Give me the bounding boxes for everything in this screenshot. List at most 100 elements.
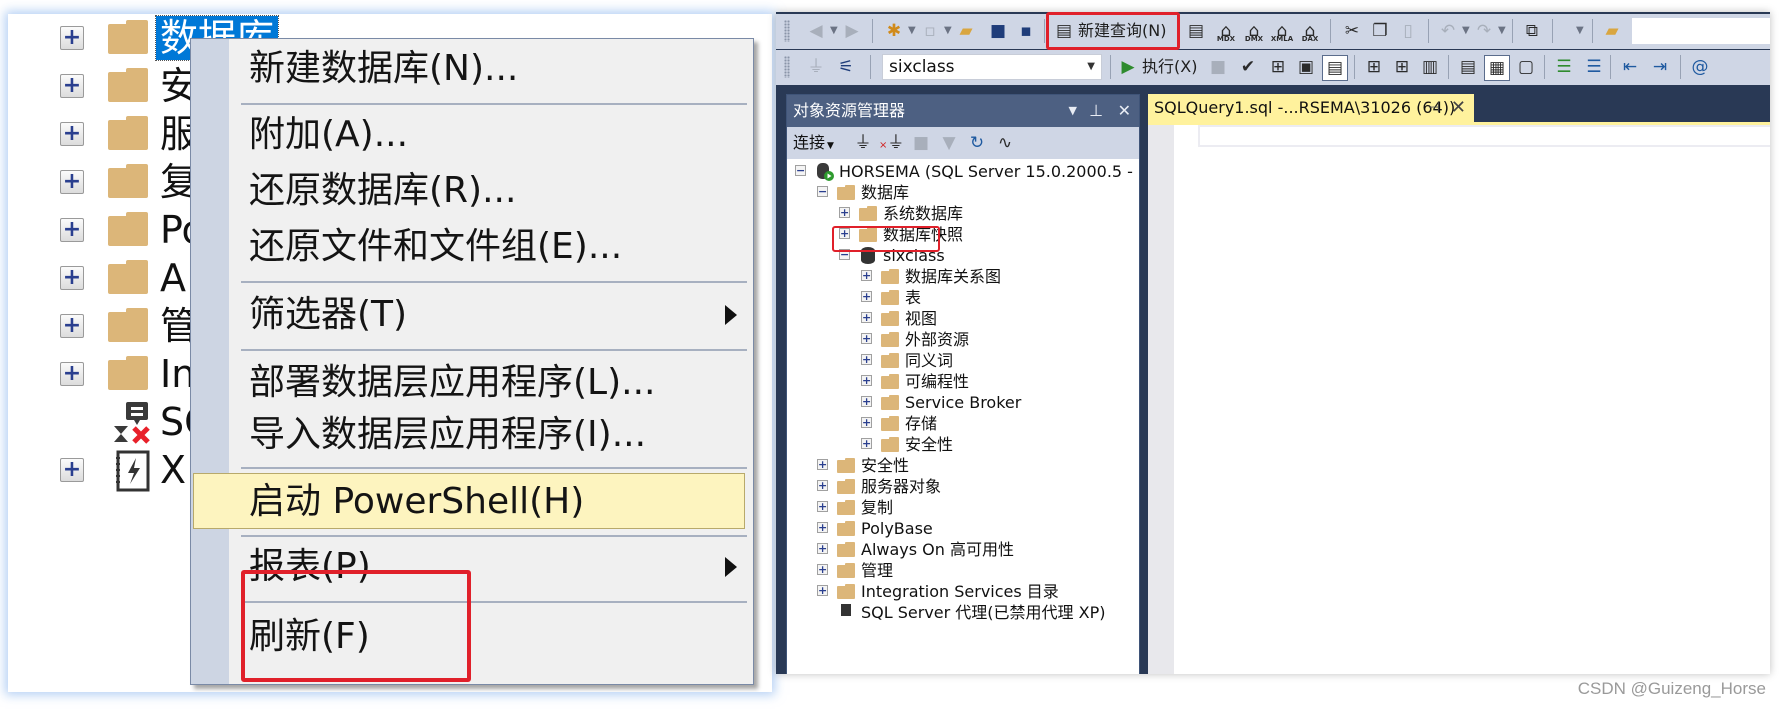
expand-icon[interactable]: + (861, 438, 872, 449)
tree-item[interactable]: + 系统数据库 (839, 203, 1139, 224)
tree-item[interactable]: + Service Broker (861, 392, 1139, 413)
decrease-indent-icon[interactable]: ⇤ (1618, 55, 1642, 79)
tree-item[interactable]: + Always On 高可用性 (817, 539, 1139, 560)
menu-item-deploy-dac[interactable]: 部署数据层应用程序(L)... (191, 355, 751, 411)
tree-item[interactable]: + 存储 (861, 413, 1139, 434)
disconnect-icon[interactable]: ×⏚ (879, 131, 904, 155)
document-tab-sqlquery1[interactable]: SQLQuery1.sql -...RSEMA\31026 (64)) ⊣ ✕ (1148, 94, 1474, 122)
specify-template-values-icon[interactable]: @ (1688, 55, 1712, 79)
tree-item[interactable]: + 表 (861, 287, 1139, 308)
xmla-query-icon[interactable]: ⌂ XMLA (1270, 19, 1294, 43)
menu-item-new-database[interactable]: 新建数据库(N)... (191, 41, 751, 97)
save-icon[interactable]: ■ (986, 19, 1010, 43)
mdx-query-icon[interactable]: ⌂ MDX (1214, 19, 1238, 43)
refresh-icon[interactable]: ↻ (965, 131, 989, 155)
menu-item-attach[interactable]: 附加(A)... (191, 107, 751, 163)
intellisense-toggle-icon[interactable]: ▤ (1322, 55, 1348, 81)
dmx-query-icon[interactable]: ⌂ DMX (1242, 19, 1266, 43)
expand-icon[interactable]: + (817, 564, 828, 575)
pin-icon[interactable]: ⊥ (1089, 95, 1103, 127)
expand-icon[interactable]: + (861, 354, 872, 365)
undo-icon[interactable]: ↶ (1436, 19, 1460, 43)
execute-button[interactable]: ▶ 执行(X) (1116, 50, 1208, 85)
close-icon[interactable]: ✕ (1118, 95, 1131, 127)
expand-icon[interactable]: + (817, 501, 828, 512)
tree-item[interactable]: + 视图 (861, 308, 1139, 329)
client-statistics-icon[interactable]: ▥ (1418, 55, 1442, 79)
expand-icon[interactable]: + (60, 458, 84, 482)
collapse-icon[interactable]: − (795, 165, 806, 176)
window-position-dropdown-icon[interactable]: ▼ (1069, 95, 1077, 127)
expand-icon[interactable]: + (861, 333, 872, 344)
menu-item-restore-database[interactable]: 还原数据库(R)... (191, 163, 751, 219)
expand-icon[interactable]: + (817, 522, 828, 533)
connect-dropdown[interactable]: 连接 ▼ (793, 127, 834, 162)
tree-item[interactable]: + 管理 (817, 560, 1139, 581)
dropdown-arrow-icon[interactable]: ▼ (1576, 19, 1584, 43)
tree-item[interactable]: SQL Server 代理(已禁用代理 XP) (817, 602, 1139, 623)
expand-icon[interactable]: + (817, 480, 828, 491)
expand-icon[interactable]: + (861, 417, 872, 428)
results-to-text-icon[interactable]: ▤ (1456, 55, 1480, 79)
tree-item[interactable]: + 安全性 (861, 434, 1139, 455)
dax-query-icon[interactable]: ⌂ DAX (1298, 19, 1322, 43)
tree-item[interactable]: + 数据库关系图 (861, 266, 1139, 287)
dropdown-arrow-icon[interactable]: ▼ (1462, 19, 1470, 43)
new-project-icon[interactable]: ✱ (882, 19, 906, 43)
expand-icon[interactable]: + (861, 396, 872, 407)
connect-object-explorer-icon[interactable]: ⏚ (851, 131, 875, 155)
pin-tab-icon[interactable]: ⊣ (1428, 94, 1440, 122)
save-all-icon[interactable]: ▪ (1014, 19, 1038, 43)
expand-icon[interactable]: + (60, 266, 84, 290)
dropdown-arrow-icon[interactable]: ▼ (1498, 19, 1506, 43)
dropdown-arrow-icon[interactable]: ▼ (944, 19, 952, 43)
copy-icon[interactable]: ❐ (1368, 19, 1392, 43)
actual-plan-icon[interactable]: ⊞ (1362, 55, 1386, 79)
expand-icon[interactable]: + (60, 26, 84, 50)
increase-indent-icon[interactable]: ⇥ (1648, 55, 1672, 79)
toolbar-grip[interactable] (784, 20, 790, 42)
query-options-icon[interactable]: ▣ (1294, 55, 1318, 79)
expand-icon[interactable]: + (817, 585, 828, 596)
expand-icon[interactable]: + (60, 122, 84, 146)
back-icon[interactable]: ◀ (804, 19, 828, 43)
live-query-stats-icon[interactable]: ⊞ (1390, 55, 1414, 79)
menu-item-start-powershell[interactable]: 启动 PowerShell(H) (193, 473, 745, 529)
results-to-file-icon[interactable]: ▢ (1514, 55, 1538, 79)
expand-icon[interactable]: + (60, 170, 84, 194)
tree-item[interactable]: + 服务器对象 (817, 476, 1139, 497)
expand-icon[interactable]: + (817, 543, 828, 554)
open-file-icon[interactable]: ▰ (954, 19, 978, 43)
expand-icon[interactable]: + (60, 74, 84, 98)
add-item-icon[interactable]: ▫ (918, 19, 942, 43)
collapse-icon[interactable]: − (817, 186, 828, 197)
tree-item[interactable]: + 可编程性 (861, 371, 1139, 392)
dropdown-arrow-icon[interactable]: ▼ (908, 19, 916, 43)
search-input[interactable] (1632, 18, 1770, 44)
expand-icon[interactable]: + (861, 270, 872, 281)
toolbar-grip[interactable] (784, 56, 790, 78)
activity-monitor-icon[interactable]: ∿ (993, 131, 1017, 155)
expand-icon[interactable]: + (60, 218, 84, 242)
parse-check-icon[interactable]: ✔ (1236, 55, 1260, 79)
menu-item-restore-files[interactable]: 还原文件和文件组(E)... (191, 219, 751, 275)
database-engine-query-icon[interactable]: ▤ (1184, 19, 1208, 43)
change-connection-icon[interactable]: ⚟ (834, 55, 858, 79)
close-tab-icon[interactable]: ✕ (1451, 94, 1466, 122)
expand-icon[interactable]: + (839, 207, 850, 218)
find-in-files-icon[interactable]: ▰ (1600, 19, 1624, 43)
activity-monitor-icon[interactable]: ⧉ (1520, 19, 1544, 43)
tree-item[interactable]: − 数据库 (817, 182, 1139, 203)
menu-item-filter[interactable]: 筛选器(T) (191, 287, 751, 343)
tree-item[interactable]: + 安全性 (817, 455, 1139, 476)
cut-icon[interactable]: ✂ (1340, 19, 1364, 43)
comment-lines-icon[interactable]: ☰ (1552, 55, 1576, 79)
expand-icon[interactable]: + (60, 314, 84, 338)
expand-icon[interactable]: + (861, 375, 872, 386)
paste-icon[interactable]: ▯ (1396, 19, 1420, 43)
expand-icon[interactable]: + (817, 459, 828, 470)
display-estimated-plan-icon[interactable]: ⊞ (1266, 55, 1290, 79)
stop-icon[interactable]: ■ (1206, 55, 1230, 79)
menu-item-import-dac[interactable]: 导入数据层应用程序(I)... (191, 407, 751, 463)
database-select[interactable]: sixclass ▼ (882, 54, 1102, 80)
